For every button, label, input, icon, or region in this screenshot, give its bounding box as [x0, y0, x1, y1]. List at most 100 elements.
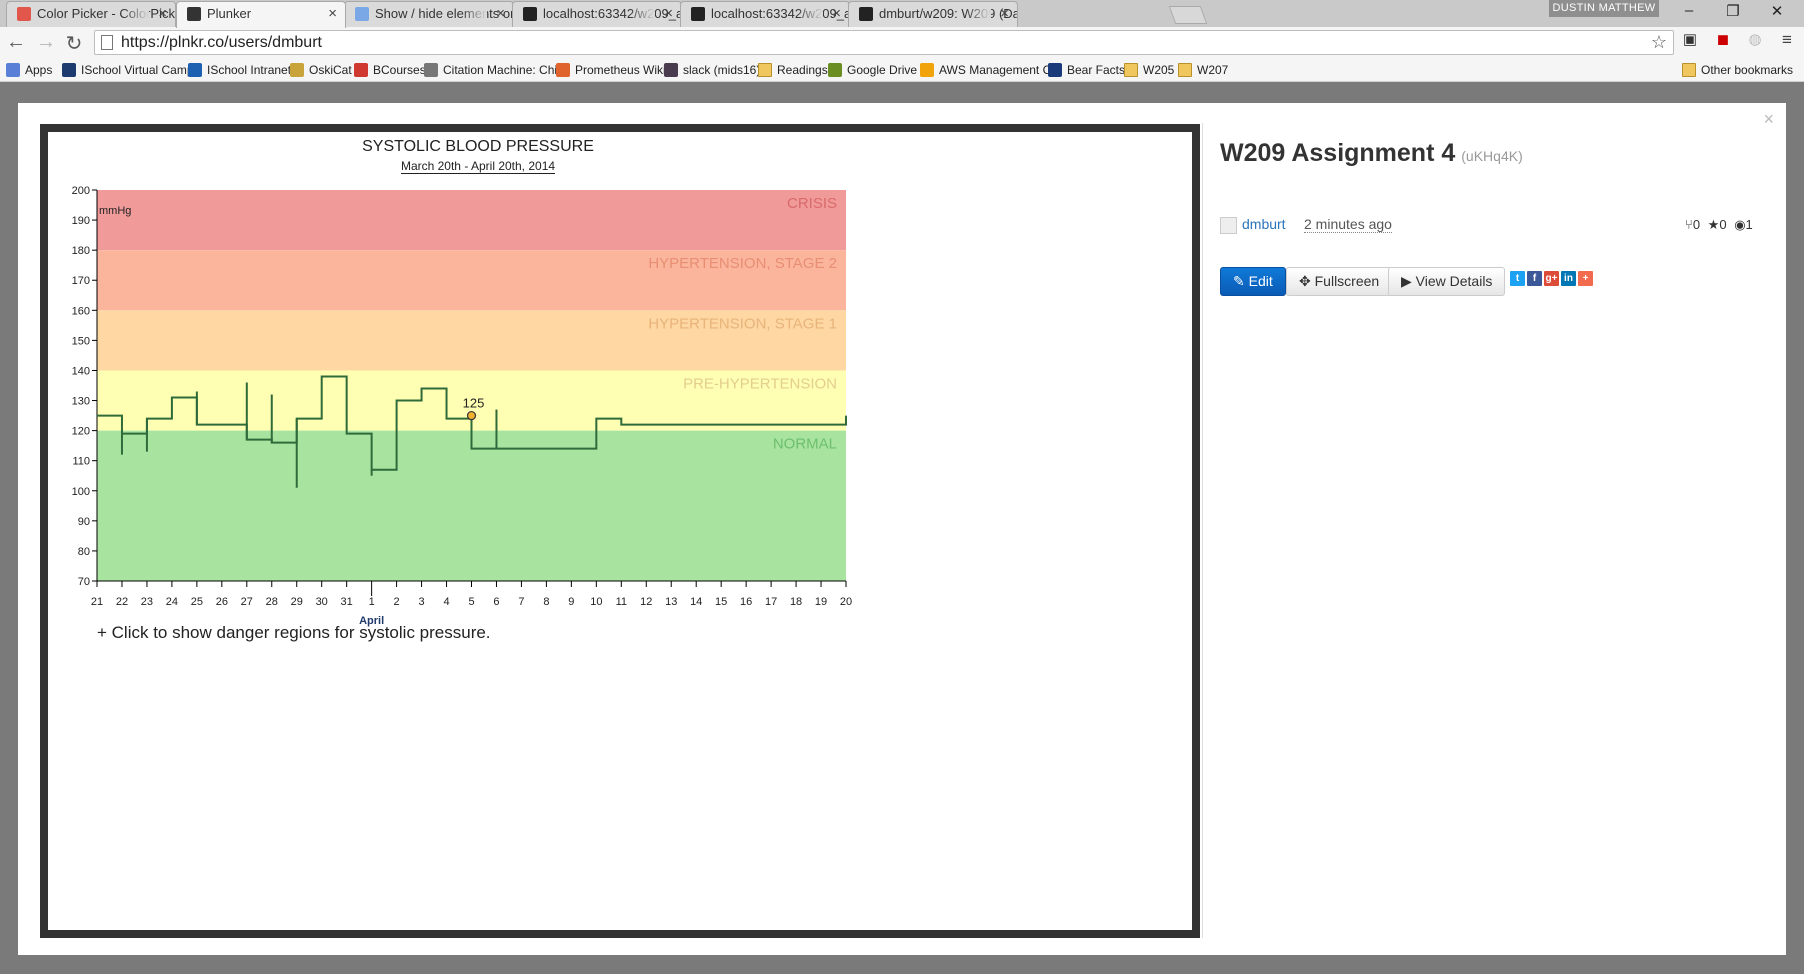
x-tick-label: 17: [765, 596, 777, 608]
bookmark-item[interactable]: Readings: [758, 62, 828, 78]
google-plus-icon[interactable]: g+: [1544, 271, 1559, 286]
browser-tab[interactable]: localhost:63342/w209_ass ×: [680, 1, 850, 27]
tab-close-icon[interactable]: ×: [664, 2, 673, 26]
fullscreen-label: Fullscreen: [1314, 273, 1380, 289]
y-tick-label: 200: [72, 185, 90, 197]
sync-icon[interactable]: ◍: [1746, 31, 1764, 49]
minimize-icon[interactable]: –: [1674, 2, 1704, 19]
tab-title-fade: [123, 2, 149, 26]
bookmark-item[interactable]: Google Drive: [828, 62, 917, 78]
play-icon: ▶: [1401, 273, 1416, 289]
y-axis-unit-label: mmHg: [99, 205, 131, 217]
tab-close-icon[interactable]: ×: [328, 2, 337, 26]
y-tick-label: 150: [72, 335, 90, 347]
bookmark-item[interactable]: ISchool Intranet: [188, 62, 291, 78]
show-danger-regions-toggle[interactable]: + Click to show danger regions for systo…: [97, 623, 491, 643]
region-band: [97, 190, 846, 251]
y-tick-label: 70: [78, 576, 90, 588]
bookmark-item[interactable]: Bear Facts: [1048, 62, 1125, 78]
bookmark-item[interactable]: OskiCat: [290, 62, 352, 78]
modal-close-icon[interactable]: ×: [1763, 109, 1774, 130]
tab-close-icon[interactable]: ×: [832, 2, 841, 26]
page-icon: [101, 35, 113, 50]
tab-title: dmburt/w209: W209 (Dat: [879, 6, 1018, 21]
bookmark-item[interactable]: ISchool Virtual Campu: [62, 62, 200, 78]
browser-tab[interactable]: Plunker ×: [176, 1, 346, 28]
x-tick-label: 7: [518, 596, 524, 608]
highlight-point: [466, 410, 477, 421]
restore-icon[interactable]: ❐: [1718, 2, 1748, 20]
new-tab-button[interactable]: [1168, 6, 1208, 24]
edit-label: Edit: [1248, 273, 1273, 289]
bookmark-item[interactable]: Prometheus Wiki: [556, 62, 666, 78]
webstorm-icon: [523, 7, 537, 21]
browser-tab[interactable]: localhost:63342/w209_ass ×: [512, 1, 682, 27]
x-tick-label: 23: [141, 596, 153, 608]
bookmark-item[interactable]: slack (mids16): [664, 62, 760, 78]
preview-frame: CRISIS HYPERTENSION, STAGE 2 HYPERTENSION,…: [40, 124, 1200, 938]
fullscreen-button[interactable]: ✥ Fullscreen: [1286, 267, 1393, 296]
pdf-extension-icon[interactable]: ◼: [1714, 31, 1732, 49]
tab-close-icon[interactable]: ×: [1000, 2, 1009, 26]
other-bookmarks-label: Other bookmarks: [1701, 63, 1794, 77]
address-bar[interactable]: https://plnkr.co/users/dmburt ☆: [94, 30, 1674, 55]
y-tick-label: 140: [72, 365, 90, 377]
chart-subtitle: March 20th - April 20th, 2014: [328, 159, 628, 174]
x-tick-label: 28: [266, 596, 278, 608]
bearfacts-icon: [1048, 63, 1062, 77]
linkedin-icon[interactable]: in: [1561, 271, 1576, 286]
more-share-icon[interactable]: +: [1578, 271, 1593, 286]
edit-button[interactable]: ✎ Edit: [1220, 267, 1286, 296]
close-window-icon[interactable]: ✕: [1762, 2, 1792, 20]
x-tick-label: 31: [341, 596, 353, 608]
stars-count: 0: [1719, 217, 1727, 232]
x-tick-label: 20: [840, 596, 852, 608]
other-bookmarks[interactable]: Other bookmarks: [1682, 62, 1793, 78]
tab-title: localhost:63342/w209_ass: [543, 6, 682, 21]
menu-icon[interactable]: ≡: [1778, 31, 1796, 49]
x-tick-label: 30: [316, 596, 328, 608]
fullscreen-icon: ✥: [1299, 273, 1315, 289]
x-tick-label: 9: [568, 596, 574, 608]
bookmark-label: W205: [1143, 63, 1175, 77]
x-tick-label: 29: [291, 596, 303, 608]
extension-icon[interactable]: ▣: [1681, 31, 1699, 49]
plunker-icon: [187, 7, 201, 21]
x-tick-label: 4: [443, 596, 449, 608]
bookmark-item[interactable]: W207: [1178, 62, 1228, 78]
region-label: HYPERTENSION, STAGE 1: [648, 315, 837, 332]
twitter-icon[interactable]: t: [1510, 271, 1525, 286]
plunk-id: (uKHq4K): [1461, 148, 1523, 164]
bookmark-item[interactable]: W205: [1124, 62, 1174, 78]
bookmark-item[interactable]: Citation Machine: Chi: [424, 62, 557, 78]
x-tick-label: 18: [790, 596, 802, 608]
edit-icon: ✎: [1233, 273, 1249, 289]
bookmark-item[interactable]: BCourses: [354, 62, 426, 78]
x-tick-label: 3: [419, 596, 425, 608]
y-tick-label: 80: [78, 546, 90, 558]
browser-tab[interactable]: Color Picker - ColorPicker ×: [6, 1, 176, 27]
profile-badge[interactable]: DUSTIN MATTHEW: [1549, 0, 1659, 17]
x-tick-label: 12: [640, 596, 652, 608]
region-label: NORMAL: [773, 436, 837, 453]
facebook-icon[interactable]: f: [1527, 271, 1542, 286]
x-tick-label: 15: [715, 596, 727, 608]
view-details-button[interactable]: ▶ View Details: [1388, 267, 1506, 296]
bookmark-star-icon[interactable]: ☆: [1651, 32, 1667, 53]
watchers-count: 1: [1745, 217, 1753, 232]
author-link[interactable]: dmburt: [1242, 216, 1286, 232]
browser-tab[interactable]: dmburt/w209: W209 (Dat ×: [848, 1, 1018, 27]
eye-icon: ◉: [1734, 217, 1746, 232]
x-tick-label: 26: [216, 596, 228, 608]
reload-icon[interactable]: ↻: [62, 31, 86, 56]
bookmark-item[interactable]: AWS Management Co: [920, 62, 1058, 78]
x-tick-label: 14: [690, 596, 702, 608]
back-icon[interactable]: ←: [4, 31, 28, 54]
aws-icon: [920, 63, 934, 77]
forward-icon[interactable]: →: [34, 31, 58, 54]
tab-close-icon[interactable]: ×: [158, 2, 167, 26]
browser-tab[interactable]: Show / hide elements on ×: [344, 1, 514, 27]
bookmark-item[interactable]: Apps: [6, 62, 52, 78]
chrome-page-icon: [355, 7, 369, 21]
tab-close-icon[interactable]: ×: [496, 2, 505, 26]
